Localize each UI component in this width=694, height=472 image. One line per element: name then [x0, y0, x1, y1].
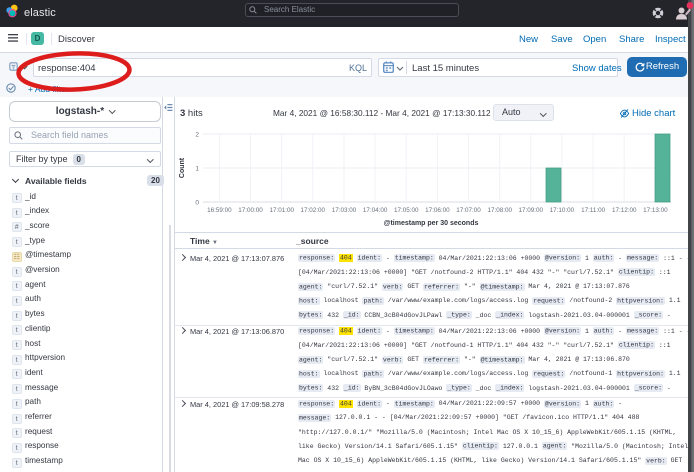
svg-text:16:59:00: 16:59:00 [207, 207, 232, 214]
svg-text:17:11:00: 17:11:00 [581, 207, 606, 214]
svg-text:17:08:00: 17:08:00 [487, 207, 512, 214]
svg-text:@timestamp per 30 seconds: @timestamp per 30 seconds [384, 220, 479, 227]
svg-text:17:06:00: 17:06:00 [425, 207, 450, 214]
svg-text:17:09:00: 17:09:00 [519, 207, 544, 214]
svg-text:1: 1 [195, 166, 199, 173]
svg-text:17:12:00: 17:12:00 [612, 207, 637, 214]
svg-text:Count: Count [179, 157, 186, 178]
svg-text:17:07:00: 17:07:00 [456, 207, 481, 214]
svg-text:17:05:00: 17:05:00 [394, 207, 419, 214]
svg-text:17:00:00: 17:00:00 [238, 207, 263, 214]
svg-text:17:13:00: 17:13:00 [643, 207, 668, 214]
svg-text:2: 2 [195, 132, 199, 139]
svg-text:17:02:00: 17:02:00 [301, 207, 326, 214]
svg-text:17:01:00: 17:01:00 [269, 207, 294, 214]
svg-text:17:10:00: 17:10:00 [550, 207, 575, 214]
svg-text:17:04:00: 17:04:00 [363, 207, 388, 214]
svg-text:17:03:00: 17:03:00 [332, 207, 357, 214]
svg-text:0: 0 [195, 200, 199, 207]
